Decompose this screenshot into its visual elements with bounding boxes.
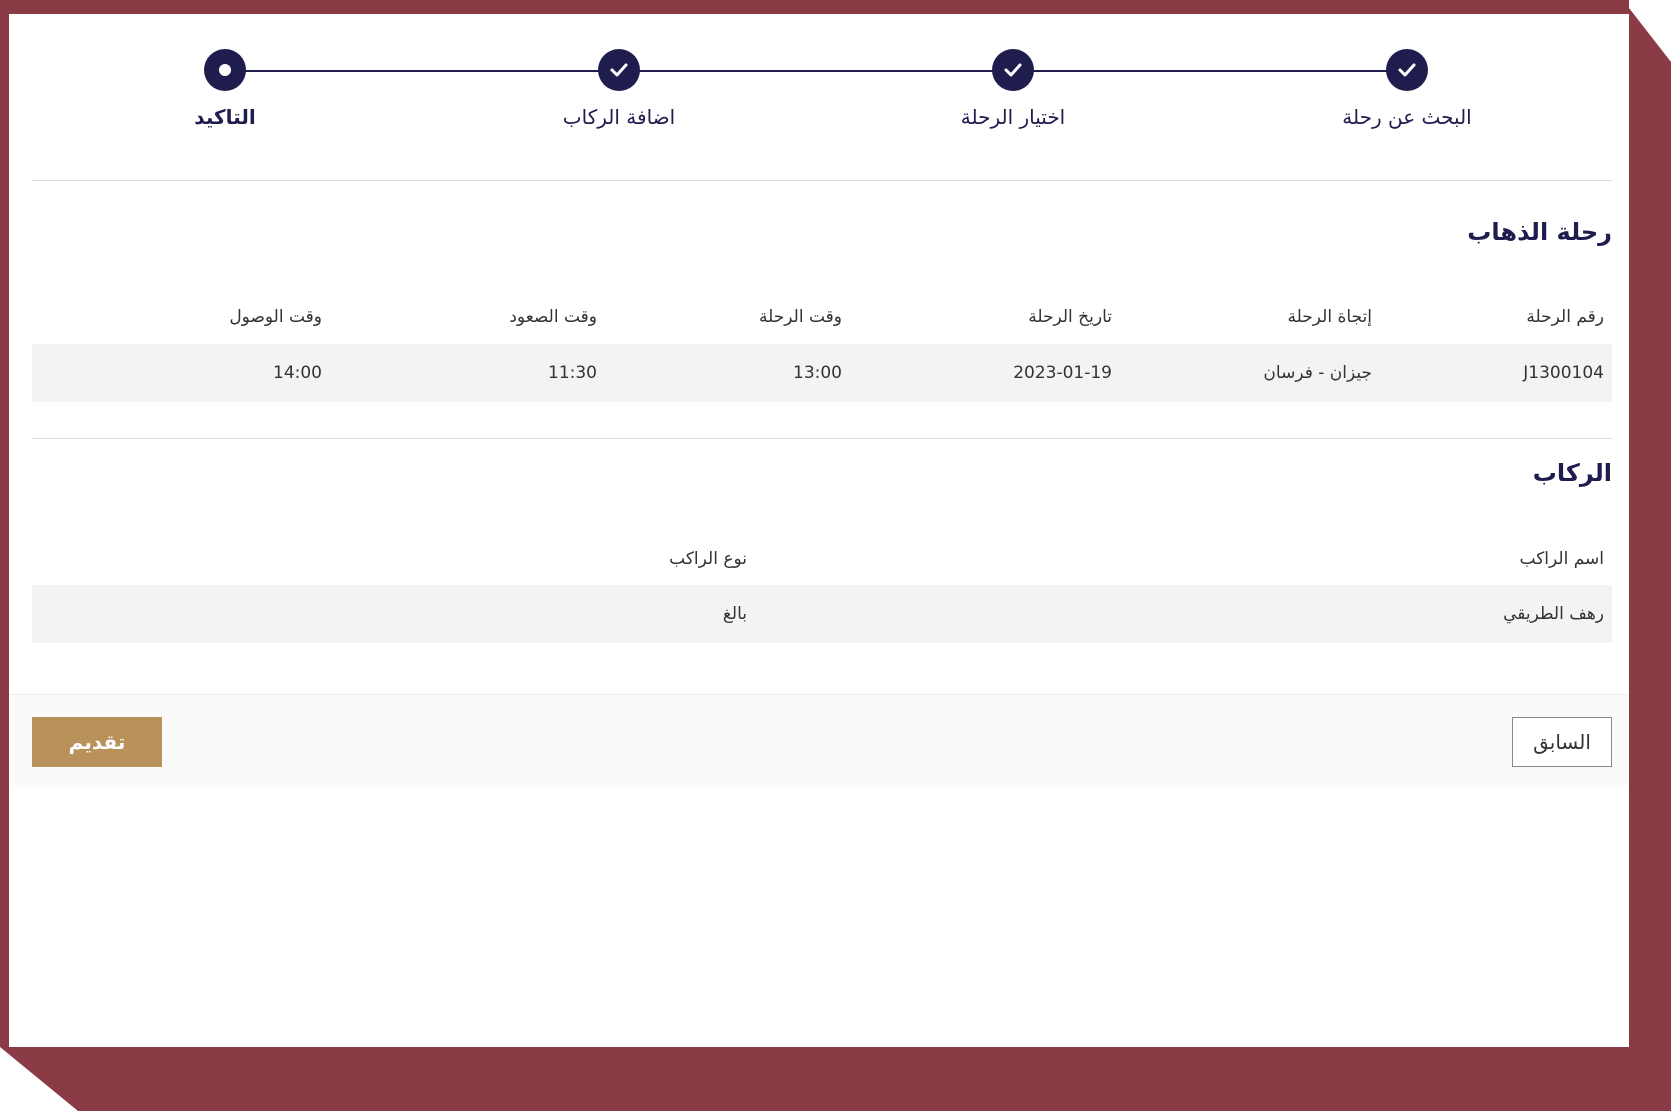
step-label: التاكيد: [194, 105, 256, 129]
table-cell: 2023-01-19: [1013, 363, 1112, 383]
step-label: اضافة الركاب: [562, 105, 676, 129]
table-cell: J1300104: [1523, 363, 1604, 383]
column-header: رقم الرحلة: [1526, 307, 1604, 327]
table-row: J1300104 جيزان - فرسان 2023-01-19 13:00 …: [32, 344, 1612, 402]
passengers-table-header: اسم الراكب نوع الراكب: [32, 539, 1612, 579]
step-circle-done: [598, 49, 640, 91]
column-header: وقت الوصول: [229, 307, 322, 327]
form-actions: السابق تقديم: [9, 694, 1629, 785]
check-icon: [1004, 63, 1022, 77]
table-row: رهف الطريقي بالغ: [32, 585, 1612, 643]
step-confirm: التاكيد: [105, 49, 345, 129]
table-cell: بالغ: [722, 604, 747, 624]
divider: [32, 438, 1612, 439]
column-header: اسم الراكب: [1519, 549, 1604, 569]
departure-section-title: رحلة الذهاب: [1467, 218, 1612, 246]
step-circle-done: [992, 49, 1034, 91]
step-select-trip: اختيار الرحلة: [893, 49, 1133, 129]
check-icon: [610, 63, 628, 77]
table-cell: رهف الطريقي: [1503, 604, 1604, 624]
step-search-trip: البحث عن رحلة: [1287, 49, 1527, 129]
stepper-line: [227, 70, 1419, 72]
column-header: إتجاة الرحلة: [1287, 307, 1372, 327]
column-header: نوع الراكب: [669, 549, 747, 569]
departure-table-header: رقم الرحلة إتجاة الرحلة تاريخ الرحلة وقت…: [32, 297, 1612, 337]
column-header: تاريخ الرحلة: [1028, 307, 1112, 327]
divider: [32, 180, 1612, 181]
column-header: وقت الرحلة: [759, 307, 842, 327]
step-circle-current: [204, 49, 246, 91]
table-cell: 13:00: [793, 363, 842, 383]
step-label: البحث عن رحلة: [1342, 105, 1472, 129]
step-label: اختيار الرحلة: [960, 105, 1066, 129]
current-dot-icon: [219, 64, 231, 76]
step-circle-done: [1386, 49, 1428, 91]
submit-button[interactable]: تقديم: [32, 717, 162, 767]
passengers-section-title: الركاب: [1532, 459, 1612, 487]
step-add-passengers: اضافة الركاب: [499, 49, 739, 129]
table-cell: جيزان - فرسان: [1263, 363, 1372, 383]
previous-button[interactable]: السابق: [1512, 717, 1612, 767]
booking-stepper: البحث عن رحلة اختيار الرحلة اضافة الركاب: [9, 14, 1629, 184]
column-header: وقت الصعود: [509, 307, 597, 327]
table-cell: 14:00: [273, 363, 322, 383]
check-icon: [1398, 63, 1416, 77]
confirmation-card: البحث عن رحلة اختيار الرحلة اضافة الركاب: [9, 11, 1629, 1047]
table-cell: 11:30: [548, 363, 597, 383]
